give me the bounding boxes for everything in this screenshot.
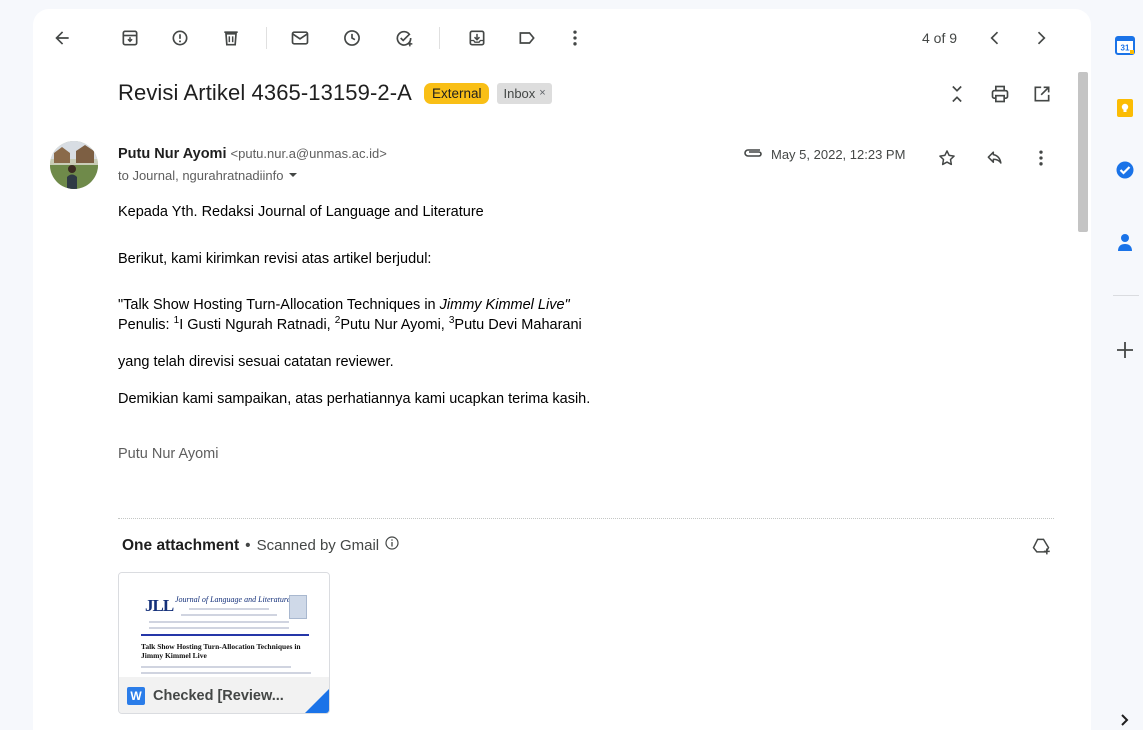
message-date: May 5, 2022, 12:23 PM	[771, 147, 906, 162]
expand-panel-icon[interactable]	[1113, 708, 1137, 730]
recipients-line: to Journal, ngurahratnadiinfo	[118, 168, 298, 183]
add-to-tasks-icon[interactable]	[392, 26, 416, 50]
sender-name[interactable]: Putu Nur Ayomi	[118, 146, 226, 162]
heading-separator: •	[245, 536, 251, 554]
avatar[interactable]	[50, 141, 98, 189]
preview-article-title: Talk Show Hosting Turn-Allocation Techni…	[141, 642, 301, 660]
side-panel: 31	[1107, 0, 1143, 730]
attachment-card[interactable]: JLL Journal of Language and Literature T…	[118, 572, 330, 714]
attachment-preview: JLL Journal of Language and Literature T…	[119, 573, 329, 677]
word-doc-icon: W	[127, 687, 145, 705]
reply-icon[interactable]	[983, 146, 1007, 170]
side-panel-divider	[1113, 295, 1139, 296]
attachment-filename: Checked [Review...	[153, 688, 284, 704]
more-vert-icon[interactable]	[563, 26, 587, 50]
scanned-text: Scanned by Gmail	[256, 537, 380, 554]
add-addon-icon[interactable]	[1113, 338, 1137, 362]
preview-logo: JLL	[145, 596, 174, 615]
info-icon[interactable]	[385, 536, 399, 555]
page-title: Revisi Artikel 4365-13159-2-A	[118, 80, 412, 105]
preview-journal-title: Journal of Language and Literature	[175, 595, 291, 604]
collapse-all-icon[interactable]	[945, 82, 969, 106]
inbox-label-chip[interactable]: Inbox ×	[497, 82, 552, 104]
report-spam-icon[interactable]	[168, 26, 192, 50]
attachments-heading: One attachment • Scanned by Gmail	[122, 536, 399, 555]
keep-icon[interactable]	[1113, 96, 1137, 120]
author1: I Gusti Ngurah Ratnadi,	[179, 317, 335, 333]
preview-cover-thumb	[289, 595, 307, 619]
move-to-icon[interactable]	[465, 26, 489, 50]
print-icon[interactable]	[988, 82, 1012, 106]
preview-text-line	[149, 621, 289, 623]
toolbar-divider	[439, 27, 440, 49]
body-intro: Berikut, kami kirimkan revisi atas artik…	[118, 251, 432, 267]
preview-text-line	[141, 666, 291, 668]
author3: Putu Devi Maharani	[454, 317, 582, 333]
preview-text-line	[189, 608, 269, 610]
body-signature: Putu Nur Ayomi	[118, 446, 219, 462]
calendar-day: 31	[1121, 44, 1130, 53]
attachment-count: One attachment	[122, 536, 240, 554]
preview-text-line	[181, 614, 277, 616]
contacts-icon[interactable]	[1113, 230, 1137, 254]
newer-chevron-icon[interactable]	[983, 26, 1007, 50]
paperclip-icon	[743, 146, 765, 163]
open-new-window-icon[interactable]	[1030, 82, 1054, 106]
body-closing: Demikian kami sampaikan, atas perhatiann…	[118, 391, 591, 407]
snooze-icon[interactable]	[340, 26, 364, 50]
show-details-icon[interactable]	[288, 168, 298, 183]
body-article-title: "Talk Show Hosting Turn-Allocation Techn…	[118, 297, 570, 314]
delete-icon[interactable]	[219, 26, 243, 50]
preview-rule	[141, 634, 309, 636]
article-title-italic: Jimmy Kimmel Live"	[439, 297, 570, 313]
archive-icon[interactable]	[118, 26, 142, 50]
scrollbar-thumb[interactable]	[1078, 72, 1088, 232]
toolbar-divider	[266, 27, 267, 49]
preview-text-line	[141, 672, 311, 674]
sender-email: <putu.nur.a@unmas.ac.id>	[230, 146, 387, 161]
message-card: 4 of 9 Revisi Artikel 4365-13159-2-A Ext…	[33, 9, 1091, 730]
message-meta: May 5, 2022, 12:23 PM	[743, 146, 905, 163]
tasks-icon[interactable]	[1113, 158, 1137, 182]
remove-label-icon[interactable]: ×	[539, 87, 545, 99]
more-options-icon[interactable]	[1029, 146, 1053, 170]
inbox-label-text: Inbox	[503, 85, 536, 101]
back-arrow-icon[interactable]	[50, 26, 74, 50]
subject-row: Revisi Artikel 4365-13159-2-A External I…	[118, 75, 552, 111]
external-badge: External	[423, 82, 490, 104]
authors-label: Penulis:	[118, 317, 174, 333]
author2: Putu Nur Ayomi,	[340, 317, 449, 333]
label-icon[interactable]	[515, 26, 539, 50]
star-icon[interactable]	[935, 146, 959, 170]
message-counter: 4 of 9	[922, 30, 958, 46]
doc-corner-fold	[305, 689, 329, 713]
body-revised: yang telah direvisi sesuai catatan revie…	[118, 354, 394, 370]
attachments-divider	[118, 518, 1054, 519]
preview-text-line	[149, 627, 289, 629]
sender-line: Putu Nur Ayomi <putu.nur.a@unmas.ac.id>	[118, 146, 387, 162]
mark-unread-icon[interactable]	[288, 26, 312, 50]
calendar-icon[interactable]: 31	[1113, 33, 1137, 57]
body-authors: Penulis: 1I Gusti Ngurah Ratnadi, 2Putu …	[118, 316, 582, 334]
message-toolbar: 4 of 9	[33, 9, 1073, 67]
article-title-text: "Talk Show Hosting Turn-Allocation Techn…	[118, 297, 440, 313]
older-chevron-icon[interactable]	[1029, 26, 1053, 50]
body-greeting: Kepada Yth. Redaksi Journal of Language …	[118, 204, 484, 220]
recipients-text: to Journal, ngurahratnadiinfo	[118, 168, 284, 183]
add-to-drive-icon[interactable]	[1029, 534, 1053, 558]
attachment-footer: W Checked [Review...	[119, 677, 329, 713]
